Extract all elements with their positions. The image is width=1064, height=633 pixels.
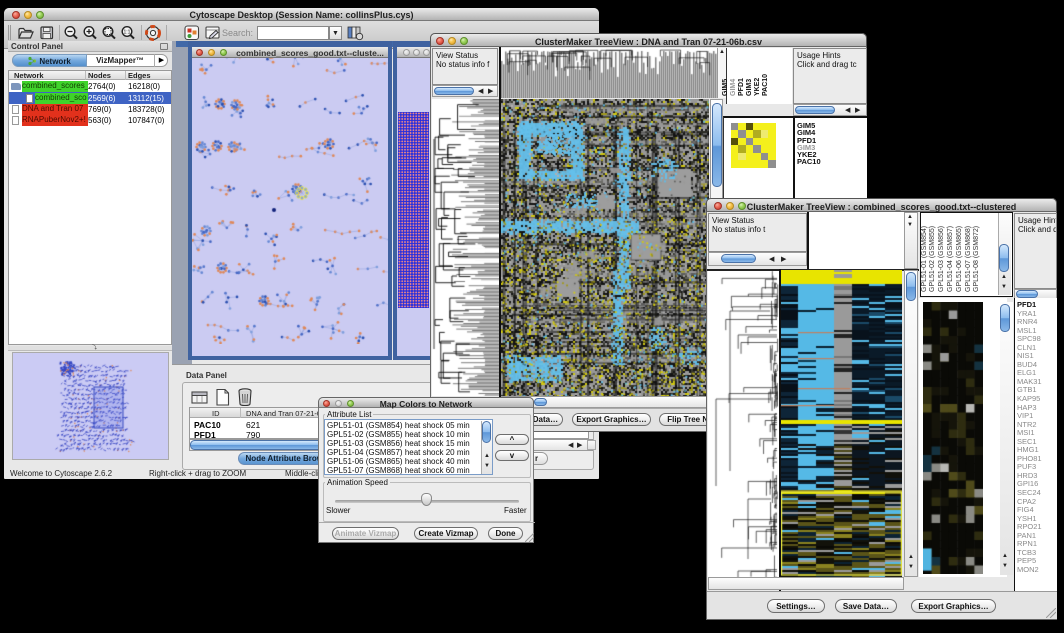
svg-text:1:1: 1:1 xyxy=(124,30,131,36)
